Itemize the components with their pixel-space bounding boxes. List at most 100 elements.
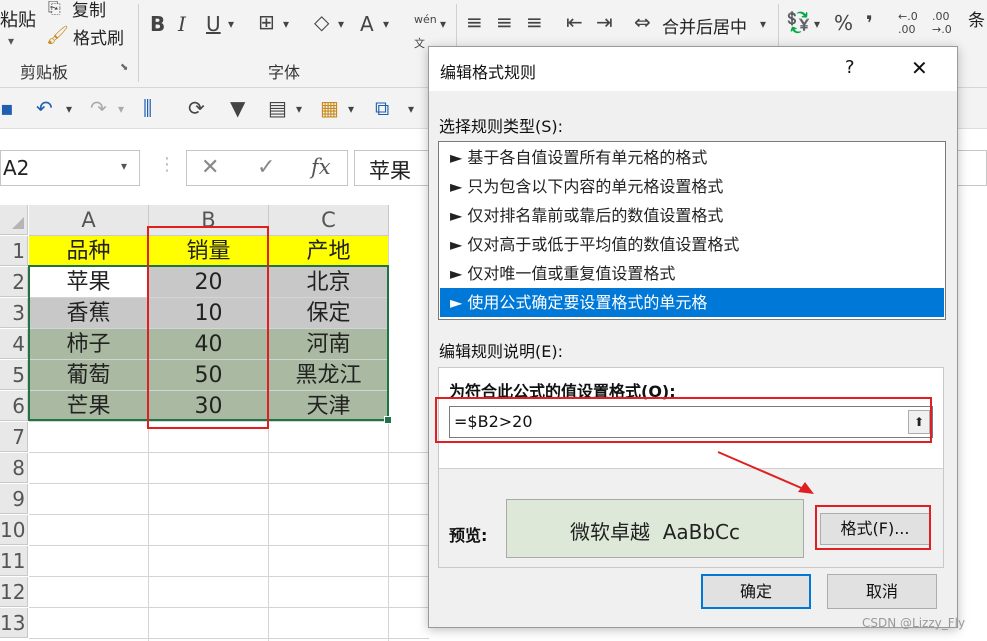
close-button[interactable]: ✕ xyxy=(911,56,928,80)
rule-type-list: ► 基于各自值设置所有单元格的格式 ► 只为包含以下内容的单元格设置格式 ► 仅… xyxy=(438,141,946,320)
insert-function-button[interactable]: fx xyxy=(311,155,331,179)
rule-type-item[interactable]: ► 仅对排名靠前或靠后的数值设置格式 xyxy=(440,201,944,230)
clipboard-group-label: 剪贴板 xyxy=(20,63,69,82)
empty-grid[interactable] xyxy=(29,422,429,641)
enter-icon[interactable]: ✓ xyxy=(257,155,275,180)
copy-button[interactable]: 复制 xyxy=(72,0,106,21)
row-header[interactable]: 10 xyxy=(0,515,28,545)
rule-type-item[interactable]: ► 仅对高于或低于平均值的数值设置格式 xyxy=(440,230,944,259)
ribbon-separator xyxy=(138,4,139,82)
copy-icon: ⎘ xyxy=(48,0,61,17)
formula-bar-splitter-icon[interactable]: ⋮ xyxy=(158,154,176,175)
row-header[interactable]: 3 xyxy=(0,298,28,328)
undo-dropdown-icon[interactable]: ▾ xyxy=(66,97,72,121)
row-header[interactable]: 8 xyxy=(0,453,28,483)
panel-divider xyxy=(439,468,943,469)
phonetic-dropdown-icon[interactable]: ▾ xyxy=(440,12,446,36)
comma-button[interactable]: ❜ xyxy=(866,11,873,35)
currency-dropdown-icon[interactable]: ▾ xyxy=(814,12,820,36)
font-group-label: 字体 xyxy=(268,63,301,82)
row-header[interactable]: 12 xyxy=(0,577,28,607)
filter-icon[interactable]: ▼ xyxy=(230,96,245,120)
row-header[interactable]: 4 xyxy=(0,329,28,359)
row-header[interactable]: 2 xyxy=(0,267,28,297)
save-icon[interactable]: ▪ xyxy=(0,96,14,120)
underline-icon[interactable]: U xyxy=(206,12,221,36)
row-header[interactable]: 6 xyxy=(0,391,28,421)
paste-button[interactable]: 粘贴 xyxy=(0,6,36,32)
currency-icon[interactable]: 💱 xyxy=(786,10,811,34)
form-dropdown-icon[interactable]: ▾ xyxy=(296,97,302,121)
increase-decimal-icon[interactable]: ←.0.00 xyxy=(898,10,918,36)
rule-type-item[interactable]: ► 仅对唯一值或重复值设置格式 xyxy=(440,259,944,288)
fill-handle[interactable] xyxy=(384,416,392,424)
chart-icon[interactable]: ⧉ xyxy=(375,96,389,120)
columns-icon[interactable]: ⫼ xyxy=(143,96,152,120)
decrease-decimal-icon[interactable]: .00 →.0 xyxy=(932,10,952,36)
borders-icon[interactable]: ⊞ xyxy=(258,10,275,34)
refresh-icon[interactable]: ⟳ xyxy=(188,96,205,120)
dialog-title: 编辑格式规则 xyxy=(440,63,537,82)
row-header[interactable]: 13 xyxy=(0,608,28,638)
row-header[interactable]: 11 xyxy=(0,546,28,576)
header-cell[interactable]: 品种 xyxy=(29,236,149,267)
undo-icon[interactable]: ↶ xyxy=(36,96,53,120)
edit-description-label: 编辑规则说明(E): xyxy=(439,342,563,361)
insert-dropdown-icon[interactable]: ▾ xyxy=(348,97,354,121)
redo-icon[interactable]: ↷ xyxy=(90,96,107,120)
column-header-a[interactable]: A xyxy=(29,205,149,236)
cancel-icon[interactable]: ✕ xyxy=(201,155,219,180)
fill-dropdown-icon[interactable]: ▾ xyxy=(338,12,344,36)
merge-dropdown-icon[interactable]: ▾ xyxy=(760,12,766,36)
form-icon[interactable]: ▤ xyxy=(268,96,287,120)
dialog-titlebar: 编辑格式规则 ? ✕ xyxy=(429,47,957,91)
name-box[interactable]: A2 ▾ xyxy=(0,150,140,186)
format-painter-button[interactable]: 格式刷 xyxy=(73,24,124,49)
formula-content: 苹果 xyxy=(369,159,411,183)
bold-icon[interactable]: B xyxy=(150,12,165,36)
select-all-corner[interactable] xyxy=(0,205,28,235)
customize-dropdown-icon[interactable]: ▾ xyxy=(408,97,414,121)
format-painter-icon: 🖌 xyxy=(46,25,69,46)
merge-center-button[interactable]: 合并后居中 xyxy=(662,13,747,38)
insert-icon[interactable]: ▦ xyxy=(320,96,339,120)
italic-icon[interactable]: I xyxy=(178,12,186,36)
font-color-icon[interactable]: A xyxy=(360,12,374,36)
header-cell[interactable]: 产地 xyxy=(269,236,389,267)
dialog-launcher-icon[interactable]: ⬊ xyxy=(120,62,128,73)
preview-box: 微软卓越 AaBbCc xyxy=(506,499,804,558)
merge-icon[interactable]: ⇔ xyxy=(634,10,651,34)
conditional-format-button[interactable]: 条 xyxy=(968,6,985,31)
rule-type-item[interactable]: ► 基于各自值设置所有单元格的格式 xyxy=(440,143,944,172)
annotation-arrow xyxy=(717,451,814,494)
row-header[interactable]: 9 xyxy=(0,484,28,514)
decrease-indent-icon[interactable]: ⇤ xyxy=(566,10,583,34)
underline-dropdown-icon[interactable]: ▾ xyxy=(228,12,234,36)
help-button[interactable]: ? xyxy=(845,57,855,78)
align-right-icon[interactable]: ≡ xyxy=(526,10,543,34)
name-box-dropdown-icon[interactable]: ▾ xyxy=(121,159,127,173)
increase-indent-icon[interactable]: ⇥ xyxy=(596,10,613,34)
ok-button[interactable]: 确定 xyxy=(701,574,811,609)
font-color-dropdown-icon[interactable]: ▾ xyxy=(383,12,389,36)
row-header[interactable]: 7 xyxy=(0,422,28,452)
paste-dropdown-icon[interactable]: ▾ xyxy=(8,34,14,48)
annotation-highlight-column-b xyxy=(147,226,269,429)
row-header[interactable]: 1 xyxy=(0,236,28,266)
redo-dropdown-icon[interactable]: ▾ xyxy=(118,97,124,121)
formula-buttons: ✕ ✓ fx xyxy=(186,150,348,186)
preview-text: 微软卓越 AaBbCc xyxy=(569,520,741,544)
align-left-icon[interactable]: ≡ xyxy=(466,10,483,34)
select-all-icon xyxy=(12,217,24,229)
column-header-c[interactable]: C xyxy=(269,205,389,236)
borders-dropdown-icon[interactable]: ▾ xyxy=(283,12,289,36)
rule-type-item[interactable]: ► 只为包含以下内容的单元格设置格式 xyxy=(440,172,944,201)
percent-button[interactable]: % xyxy=(834,11,853,35)
rule-type-item-selected[interactable]: ► 使用公式确定要设置格式的单元格 xyxy=(440,288,944,317)
annotation-highlight-formula xyxy=(435,397,932,443)
fill-color-icon[interactable]: ◇ xyxy=(314,10,329,34)
row-header[interactable]: 5 xyxy=(0,360,28,390)
annotation-highlight-format-button xyxy=(815,505,931,550)
align-center-icon[interactable]: ≡ xyxy=(496,10,513,34)
cancel-button[interactable]: 取消 xyxy=(827,574,937,609)
